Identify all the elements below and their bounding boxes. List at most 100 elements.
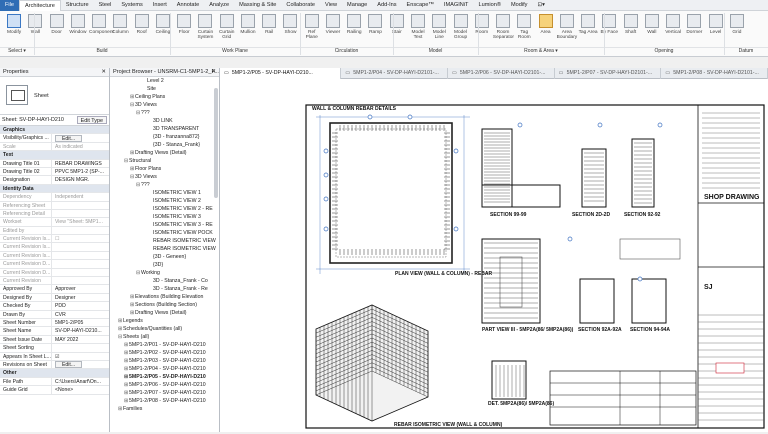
tree-item[interactable]: ISOMETRIC VIEW POCK xyxy=(110,229,219,237)
property-value[interactable]: <None> xyxy=(52,386,109,393)
ribbon-tool-20[interactable]: Model Line xyxy=(429,14,449,46)
menu-tab-3[interactable]: Steel xyxy=(94,0,117,11)
view-tab[interactable]: ▭ 5MP1-2/P06 - SV-DP-HAYI-D2101-... xyxy=(448,68,555,79)
ribbon-tool-16[interactable]: Railing xyxy=(344,14,364,46)
tree-item[interactable]: ISOMETRIC VIEW 3 - RE xyxy=(110,221,219,229)
ribbon-tool-22[interactable]: Room xyxy=(472,14,492,46)
tree-item[interactable]: ISOMETRIC VIEW 2 - RE xyxy=(110,205,219,213)
tree-item[interactable]: 3D - Stanza_Frank - Re xyxy=(110,285,219,293)
tree-item[interactable]: 3D LINK xyxy=(110,117,219,125)
property-value[interactable] xyxy=(52,344,109,351)
ribbon-tool-30[interactable]: Wall xyxy=(642,14,662,46)
tree-item[interactable]: ⊞5MP1-2/P01 - SV-DP-HAYI-D210 xyxy=(110,341,219,349)
property-row[interactable]: Current Revision D... xyxy=(0,268,109,278)
menu-tab-10[interactable]: View xyxy=(320,0,342,11)
close-icon[interactable]: ✕ xyxy=(211,68,216,77)
tree-item[interactable]: Site xyxy=(110,85,219,93)
property-value[interactable]: Edit... xyxy=(52,361,109,369)
property-group[interactable]: Identity Data xyxy=(0,184,109,194)
property-value[interactable]: PPVC 5MP1-2 (SP-... xyxy=(52,168,109,175)
tree-item[interactable]: ⊞Floor Plans xyxy=(110,165,219,173)
property-row[interactable]: Drawing Title 02 PPVC 5MP1-2 (SP-... xyxy=(0,167,109,177)
ribbon-tool-23[interactable]: Room Separator xyxy=(493,14,514,46)
property-value[interactable]: Designer xyxy=(52,294,109,301)
property-row[interactable]: Sheet Issue Date MAY 2022 xyxy=(0,335,109,345)
property-value[interactable] xyxy=(52,202,109,209)
property-row[interactable]: Current Revision Is... xyxy=(0,243,109,252)
ribbon-tool-34[interactable]: Grid xyxy=(727,14,747,46)
ribbon-tool-13[interactable]: Show xyxy=(280,14,300,46)
ribbon-tool-32[interactable]: Dormer xyxy=(684,14,704,46)
tree-item[interactable]: REBAR ISOMETRIC VIEW xyxy=(110,237,219,245)
property-group[interactable]: Text xyxy=(0,151,109,160)
browser-scrollbar[interactable] xyxy=(214,88,218,198)
property-row[interactable]: Sheet Name SV-DP-HAYI-D210... xyxy=(0,327,109,336)
tree-item[interactable]: ⊟Working xyxy=(110,269,219,277)
ribbon-tool-18[interactable]: Stair xyxy=(387,14,407,46)
ribbon-tool-27[interactable]: Tag Area xyxy=(578,14,598,46)
edit-button[interactable]: Edit... xyxy=(55,134,83,142)
tree-item[interactable]: ISOMETRIC VIEW 2 xyxy=(110,197,219,205)
instance-filter-dropdown[interactable]: Sheet: SV-DP-HAYI-D210 Edit Type xyxy=(0,115,109,126)
property-value[interactable]: As indicated xyxy=(52,143,109,150)
ribbon-tool-10[interactable]: Curtain Grid xyxy=(217,14,237,46)
property-value[interactable] xyxy=(52,243,109,250)
property-row[interactable]: Edited by xyxy=(0,226,109,236)
drawing-canvas[interactable]: WALL & COLUMN REBAR DETAILS PLAN VIEW (W… xyxy=(220,79,768,432)
tree-item[interactable]: ⊞5MP1-2/P06 - SV-DP-HAYI-D210 xyxy=(110,381,219,389)
tree-item[interactable]: ⊞5MP1-2/P08 - SV-DP-HAYI-D210 xyxy=(110,397,219,405)
tree-item[interactable]: ⊞Schedules/Quantities (all) xyxy=(110,325,219,333)
property-group[interactable]: Other xyxy=(0,369,109,378)
property-row[interactable]: Designed By Designer xyxy=(0,293,109,303)
menu-tab-7[interactable]: Analyze xyxy=(204,0,234,11)
property-value[interactable]: DESIGN MGR. xyxy=(52,176,109,183)
tree-item[interactable]: ⊟??? xyxy=(110,181,219,189)
property-value[interactable]: CVR xyxy=(52,311,109,318)
ribbon-tool-21[interactable]: Model Group xyxy=(450,14,470,46)
property-value[interactable]: 5MP1-2/P05 xyxy=(52,319,109,326)
property-row[interactable]: Sheet Sorting xyxy=(0,344,109,353)
menu-tab-16[interactable]: Modify xyxy=(506,0,532,11)
menu-tab-0[interactable]: File xyxy=(0,0,20,11)
view-tab[interactable]: ▭ 5MP1-2/P05 - SV-DP-HAYI-D210... xyxy=(220,68,342,79)
tree-item[interactable]: ⊞Legends xyxy=(110,317,219,325)
ribbon-tool-19[interactable]: Model Text xyxy=(408,14,428,46)
tree-item[interactable]: ISOMETRIC VIEW 3 xyxy=(110,213,219,221)
menu-tab-14[interactable]: IMAGINiT xyxy=(439,0,474,11)
tree-item[interactable]: ⊞Drafting Views (Detail) xyxy=(110,149,219,157)
tree-item[interactable]: 3D TRANSPARENT xyxy=(110,125,219,133)
view-tab[interactable]: ▭ 5MP1-2/P04 - SV-DP-HAYI-D2101-... xyxy=(341,68,448,79)
property-row[interactable]: Workset View "Sheet: 5MP1... xyxy=(0,218,109,227)
ribbon-tool-26[interactable]: Area Boundary xyxy=(557,14,577,46)
edit-type-button[interactable]: Edit Type xyxy=(76,116,107,124)
ribbon-tool-6[interactable]: Roof xyxy=(132,14,152,46)
tree-item[interactable]: ⊞Families xyxy=(110,405,219,413)
tree-item[interactable]: ⊞5MP1-2/P04 - SV-DP-HAYI-D210 xyxy=(110,365,219,373)
property-row[interactable]: Visibility/Graphics ... Edit... xyxy=(0,134,109,143)
tree-item[interactable]: REBAR ISOMETRIC VIEW xyxy=(110,245,219,253)
property-value[interactable]: ☐ xyxy=(52,235,109,242)
tree-item[interactable]: ⊟??? xyxy=(110,109,219,117)
property-value[interactable] xyxy=(52,269,109,276)
tree-item[interactable]: ⊞Drafting Views (Detail) xyxy=(110,309,219,317)
property-row[interactable]: Current Revision Is... xyxy=(0,251,109,261)
menu-tab-11[interactable]: Manage xyxy=(342,0,372,11)
property-row[interactable]: Dependency Independent xyxy=(0,193,109,202)
property-row[interactable]: Current Revision xyxy=(0,277,109,286)
property-row[interactable]: Sheet Number 5MP1-2/P05 xyxy=(0,318,109,328)
ribbon-tool-5[interactable]: Column xyxy=(110,14,130,46)
menu-tab-17[interactable]: ⊡▾ xyxy=(532,0,550,11)
property-value[interactable]: Edit... xyxy=(52,134,109,142)
ribbon-tool-1[interactable]: Wall xyxy=(25,14,45,46)
property-row[interactable]: Guide Grid <None> xyxy=(0,386,109,395)
property-value[interactable] xyxy=(52,210,109,217)
ribbon-tool-24[interactable]: Tag Room xyxy=(514,14,534,46)
tree-item[interactable]: ⊞Elevations (Building Elevation xyxy=(110,293,219,301)
property-value[interactable]: View "Sheet: 5MP1... xyxy=(52,218,109,225)
property-value[interactable]: C:\Users\Anarf\On... xyxy=(52,378,109,385)
ribbon-tool-2[interactable]: Door xyxy=(47,14,67,46)
ribbon-tool-3[interactable]: Window xyxy=(68,14,88,46)
tree-item[interactable]: ⊞5MP1-2/P02 - SV-DP-HAYI-D210 xyxy=(110,349,219,357)
tree-item[interactable]: ⊟3D Views xyxy=(110,101,219,109)
property-value[interactable] xyxy=(52,260,109,267)
